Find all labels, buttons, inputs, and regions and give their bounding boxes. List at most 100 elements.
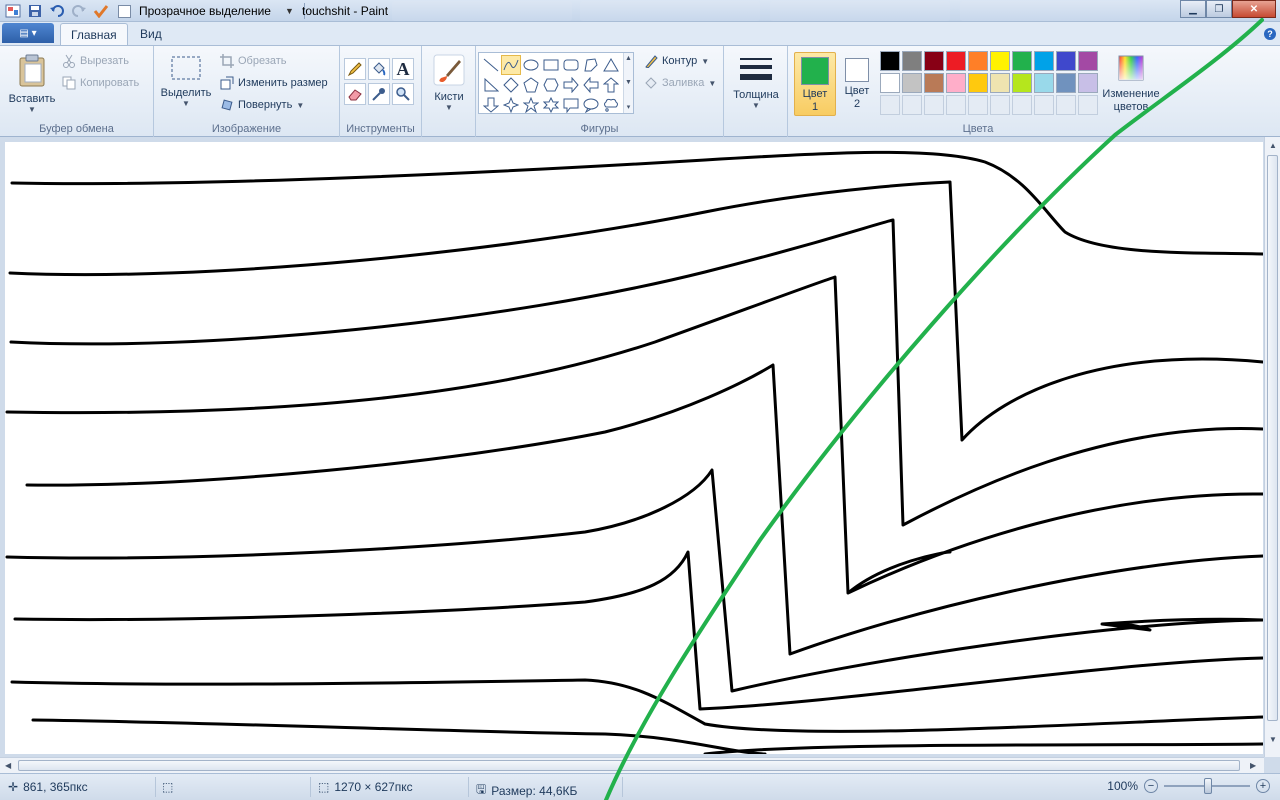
- palette-empty-slot[interactable]: [902, 95, 922, 115]
- eraser-icon[interactable]: [344, 83, 366, 105]
- palette-empty-slot[interactable]: [880, 95, 900, 115]
- palette-color[interactable]: [1056, 73, 1076, 93]
- shape-oval-icon[interactable]: [521, 55, 541, 75]
- brushes-button[interactable]: Кисти ▼: [426, 54, 472, 112]
- palette-color[interactable]: [968, 73, 988, 93]
- shape-curve-icon[interactable]: [501, 55, 521, 75]
- zoom-slider[interactable]: [1164, 778, 1250, 794]
- shape-up-arrow-icon[interactable]: [601, 75, 621, 95]
- vertical-scroll-thumb[interactable]: [1267, 155, 1278, 721]
- palette-empty-slot[interactable]: [990, 95, 1010, 115]
- palette-empty-slot[interactable]: [1034, 95, 1054, 115]
- palette-empty-slot[interactable]: [1012, 95, 1032, 115]
- shapes-scroll-up-icon[interactable]: ▲: [625, 55, 632, 62]
- shapes-scroll[interactable]: ▲ ▼ ▾: [623, 53, 633, 113]
- palette-color[interactable]: [1012, 51, 1032, 71]
- shape-five-point-star-icon[interactable]: [521, 95, 541, 115]
- text-icon[interactable]: A: [392, 58, 414, 80]
- palette-empty-slot[interactable]: [968, 95, 988, 115]
- scroll-right-icon[interactable]: ▶: [1250, 761, 1256, 770]
- edit-colors-button[interactable]: Изменение цветов: [1098, 54, 1164, 114]
- color1-button[interactable]: Цвет 1: [794, 52, 836, 116]
- shape-hexagon-icon[interactable]: [541, 75, 561, 95]
- undo-icon[interactable]: [48, 2, 66, 20]
- palette-color[interactable]: [902, 73, 922, 93]
- shape-six-point-star-icon[interactable]: [541, 95, 561, 115]
- shape-polygon-icon[interactable]: [581, 55, 601, 75]
- size-button[interactable]: Толщина ▼: [730, 54, 782, 110]
- paint-app-icon[interactable]: [4, 2, 22, 20]
- outline-button[interactable]: Контур ▼: [644, 54, 709, 68]
- tab-home[interactable]: Главная: [60, 23, 128, 45]
- zoom-in-button[interactable]: +: [1256, 779, 1270, 793]
- horizontal-scroll-thumb[interactable]: [18, 760, 1240, 771]
- palette-color[interactable]: [1034, 51, 1054, 71]
- shape-rounded-rectangle-icon[interactable]: [561, 55, 581, 75]
- palette-color[interactable]: [1078, 51, 1098, 71]
- palette-color[interactable]: [924, 73, 944, 93]
- shape-right-triangle-icon[interactable]: [481, 75, 501, 95]
- copy-button[interactable]: Копировать: [62, 76, 139, 90]
- fill-shape-button[interactable]: Заливка ▼: [644, 76, 716, 90]
- help-icon[interactable]: ?: [1264, 28, 1276, 40]
- paste-button[interactable]: Вставить ▼: [6, 54, 58, 114]
- palette-color[interactable]: [902, 51, 922, 71]
- zoom-out-button[interactable]: −: [1144, 779, 1158, 793]
- transparent-selection-checkbox[interactable]: [118, 4, 131, 18]
- palette-color[interactable]: [946, 51, 966, 71]
- color-picker-icon[interactable]: [368, 83, 390, 105]
- vertical-scrollbar[interactable]: ▲ ▼: [1264, 137, 1280, 757]
- crop-button[interactable]: Обрезать: [220, 54, 287, 68]
- redo-icon[interactable]: [70, 2, 88, 20]
- palette-color[interactable]: [968, 51, 988, 71]
- shape-line-icon[interactable]: [481, 55, 501, 75]
- maximize-button[interactable]: ❐: [1206, 0, 1232, 18]
- tab-view[interactable]: Вид: [130, 23, 172, 45]
- palette-color[interactable]: [880, 73, 900, 93]
- shape-rectangle-icon[interactable]: [541, 55, 561, 75]
- palette-color[interactable]: [924, 51, 944, 71]
- pencil-icon[interactable]: [344, 58, 366, 80]
- cut-button[interactable]: Вырезать: [62, 54, 129, 68]
- qat-dropdown-icon[interactable]: ▼: [285, 6, 294, 16]
- shape-four-point-star-icon[interactable]: [501, 95, 521, 115]
- shape-left-arrow-icon[interactable]: [581, 75, 601, 95]
- shape-down-arrow-icon[interactable]: [481, 95, 501, 115]
- shape-cloud-callout-icon[interactable]: [601, 95, 621, 115]
- palette-empty-slot[interactable]: [946, 95, 966, 115]
- shape-oval-callout-icon[interactable]: [581, 95, 601, 115]
- palette-color[interactable]: [1056, 51, 1076, 71]
- magnifier-icon[interactable]: [392, 83, 414, 105]
- shapes-expand-icon[interactable]: ▾: [627, 103, 631, 111]
- scroll-up-icon[interactable]: ▲: [1269, 141, 1277, 150]
- select-button[interactable]: Выделить ▼: [158, 54, 214, 108]
- scroll-left-icon[interactable]: ◀: [5, 761, 11, 770]
- palette-color[interactable]: [1012, 73, 1032, 93]
- minimize-button[interactable]: ▁: [1180, 0, 1206, 18]
- scroll-down-icon[interactable]: ▼: [1269, 735, 1277, 744]
- shape-diamond-icon[interactable]: [501, 75, 521, 95]
- palette-color[interactable]: [990, 73, 1010, 93]
- save-icon[interactable]: [26, 2, 44, 20]
- palette-empty-slot[interactable]: [1056, 95, 1076, 115]
- fill-icon[interactable]: [368, 58, 390, 80]
- close-button[interactable]: ✕: [1232, 0, 1276, 18]
- drawing-canvas[interactable]: [5, 142, 1263, 754]
- palette-color[interactable]: [946, 73, 966, 93]
- palette-color[interactable]: [990, 51, 1010, 71]
- zoom-slider-thumb[interactable]: [1204, 778, 1212, 794]
- checkmark-icon[interactable]: [92, 2, 110, 20]
- rotate-button[interactable]: Повернуть ▼: [220, 98, 304, 112]
- palette-color[interactable]: [880, 51, 900, 71]
- shape-rect-callout-icon[interactable]: [561, 95, 581, 115]
- palette-color[interactable]: [1034, 73, 1054, 93]
- palette-empty-slot[interactable]: [1078, 95, 1098, 115]
- palette-color[interactable]: [1078, 73, 1098, 93]
- palette-empty-slot[interactable]: [924, 95, 944, 115]
- shape-right-arrow-icon[interactable]: [561, 75, 581, 95]
- shapes-scroll-down-icon[interactable]: ▼: [625, 79, 632, 86]
- horizontal-scrollbar[interactable]: ◀ ▶: [0, 757, 1264, 773]
- app-menu-button[interactable]: ▤ ▾: [2, 23, 54, 43]
- shape-pentagon-icon[interactable]: [521, 75, 541, 95]
- shape-triangle-icon[interactable]: [601, 55, 621, 75]
